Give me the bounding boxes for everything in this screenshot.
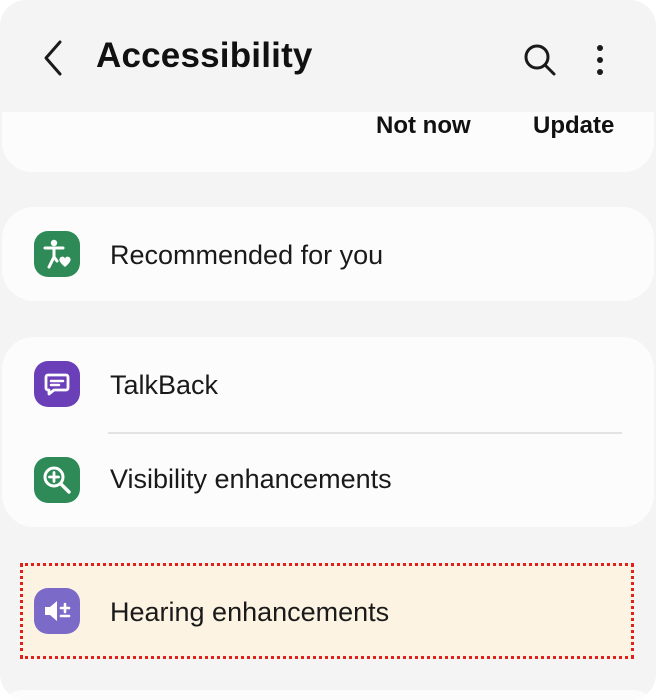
talkback-label: TalkBack [110, 370, 219, 400]
list-item-hearing[interactable]: Hearing enhancements [20, 563, 634, 659]
list-item-visibility[interactable]: Visibility enhancements [2, 433, 654, 527]
update-banner: Not now Update [2, 112, 654, 172]
app-bar: Accessibility [0, 0, 656, 110]
vision-group-card: TalkBack Visibility enhancements [2, 337, 654, 527]
search-button[interactable] [518, 38, 562, 82]
next-card-edge [2, 690, 654, 700]
recommended-label: Recommended for you [110, 240, 384, 270]
not-now-button[interactable]: Not now [376, 112, 471, 140]
speaker-plus-minus-icon [34, 588, 80, 634]
magnifier-plus-icon [34, 457, 80, 503]
list-item-talkback[interactable]: TalkBack [2, 337, 654, 431]
more-options-button[interactable] [582, 38, 618, 82]
back-button[interactable] [34, 38, 74, 78]
recommended-card: Recommended for you [2, 207, 654, 301]
accessibility-screen: Accessibility Not now Update Recommended… [0, 0, 656, 700]
chevron-left-icon [44, 40, 62, 76]
list-item-recommended[interactable]: Recommended for you [2, 207, 654, 301]
speech-bubble-icon [34, 361, 80, 407]
more-vertical-icon [597, 45, 603, 75]
search-icon [524, 44, 556, 76]
update-button[interactable]: Update [533, 112, 614, 140]
accessibility-heart-icon [34, 231, 80, 277]
hearing-label: Hearing enhancements [110, 597, 390, 627]
visibility-label: Visibility enhancements [110, 464, 392, 494]
page-title: Accessibility [96, 36, 313, 75]
